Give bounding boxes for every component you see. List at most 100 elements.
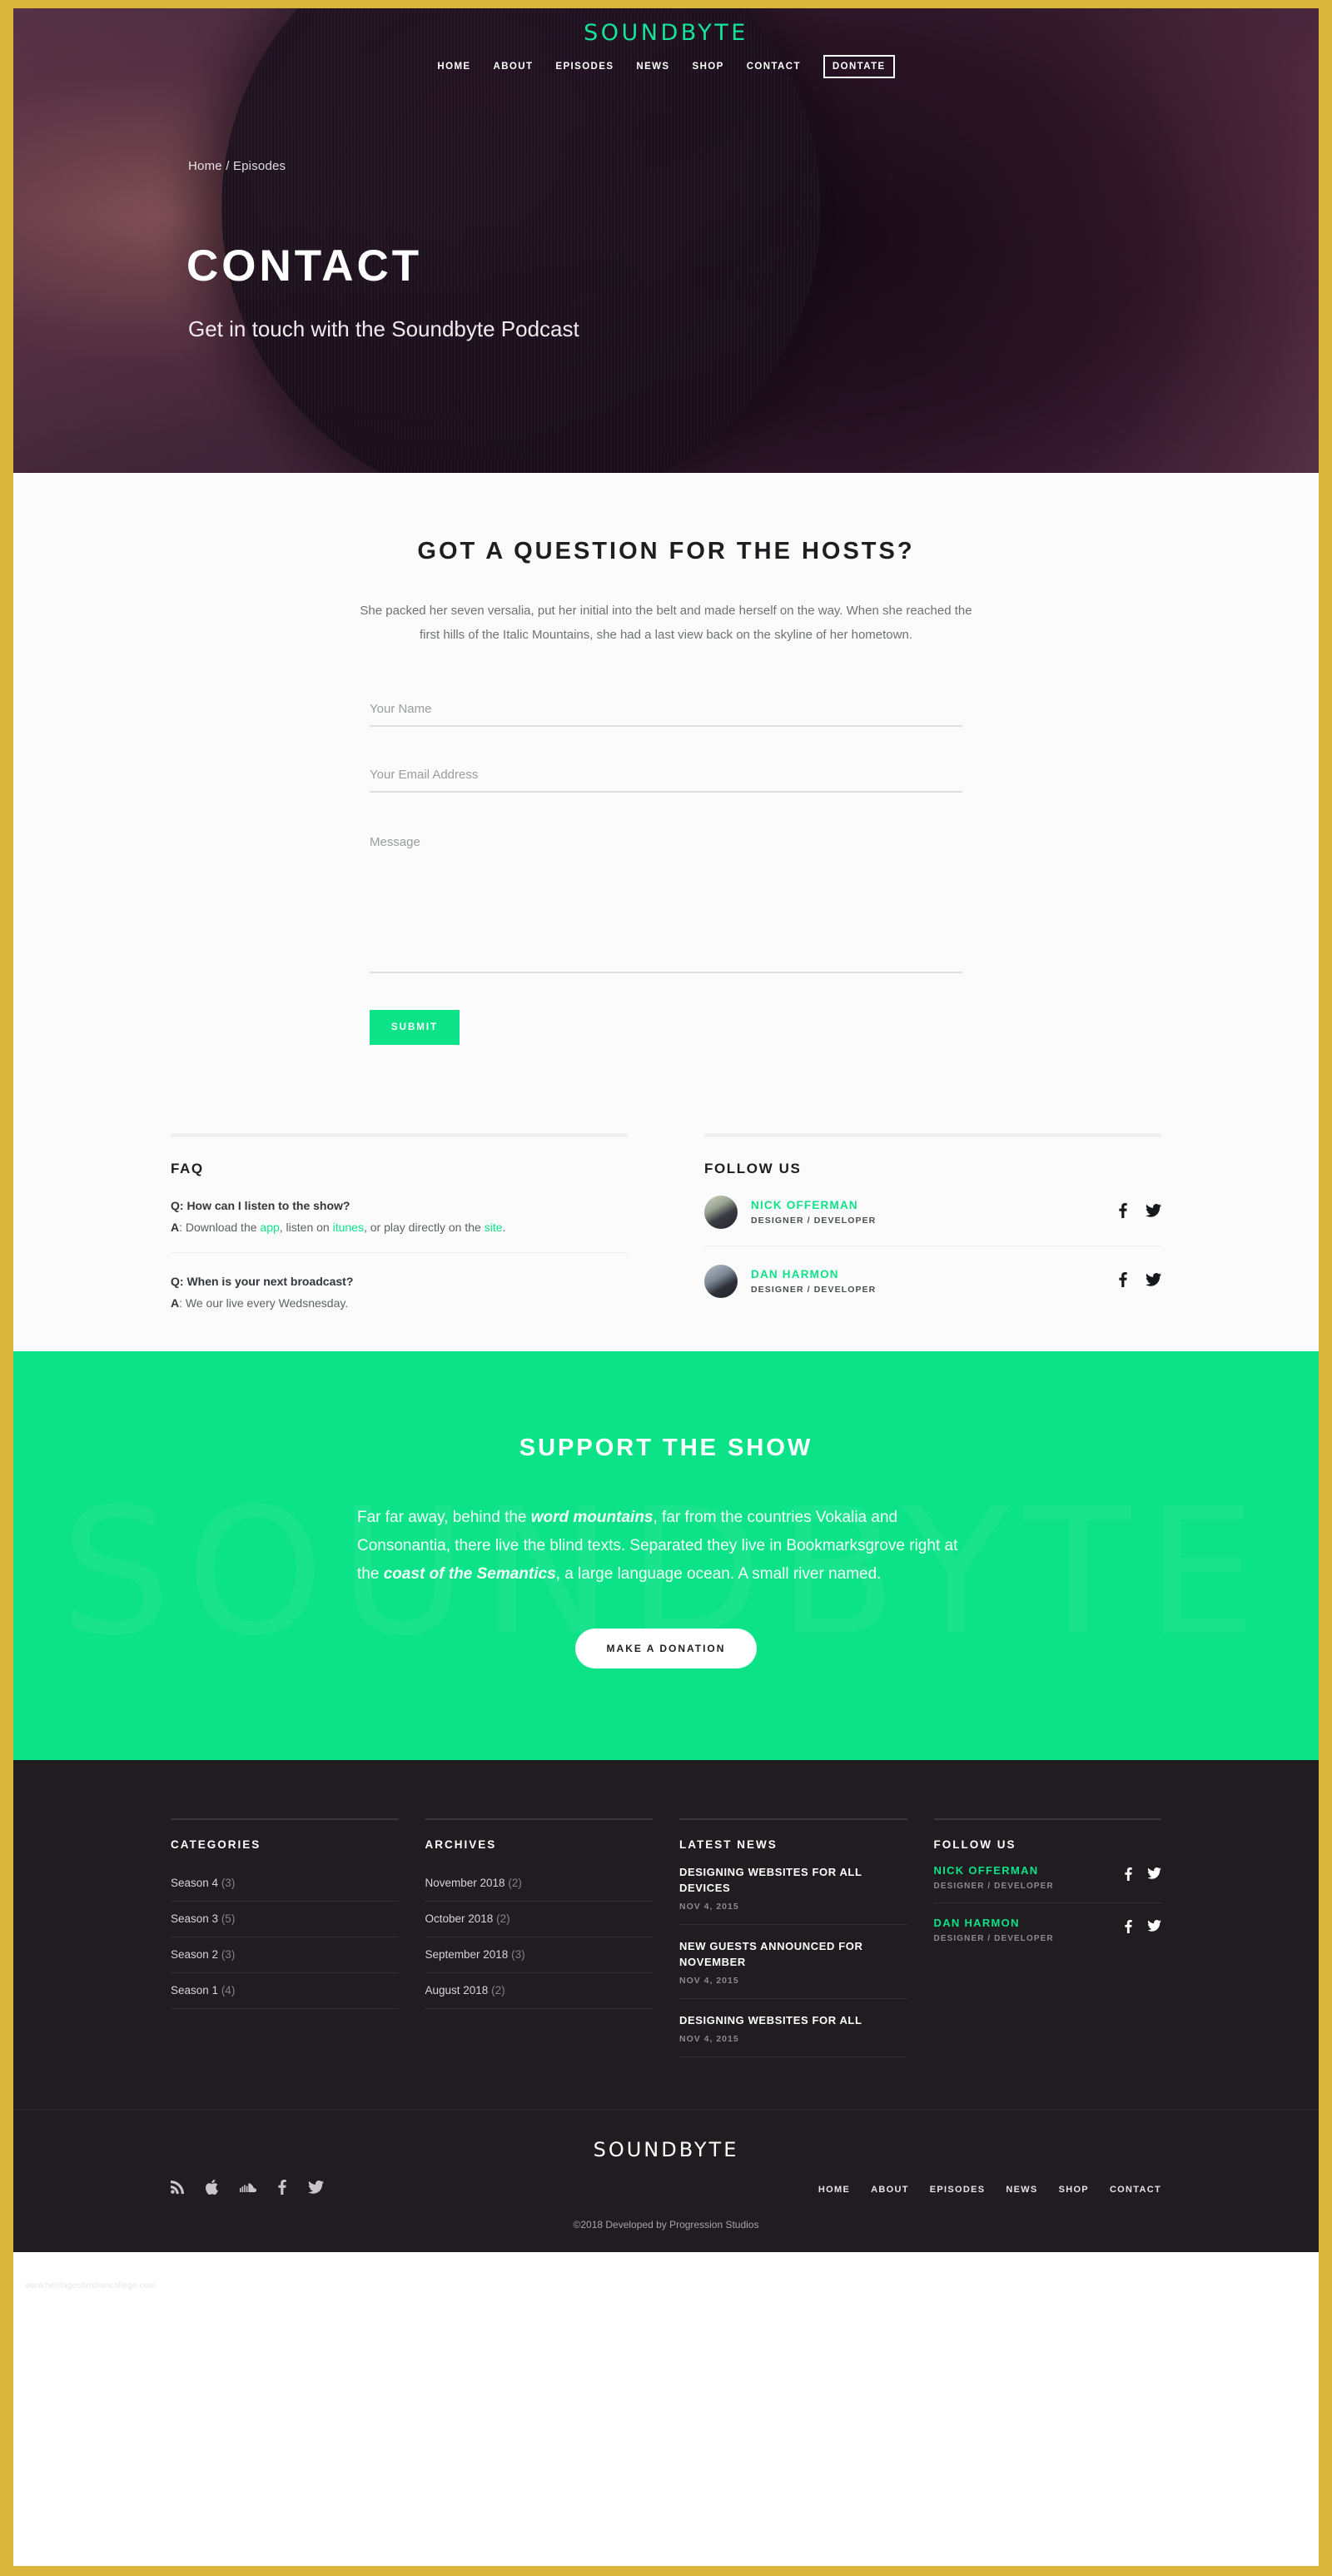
facebook-icon[interactable] bbox=[1119, 1271, 1127, 1291]
site-header: SOUNDBYTE HOME ABOUT EPISODES NEWS SHOP … bbox=[13, 8, 1319, 78]
footer-nav-shop[interactable]: SHOP bbox=[1059, 2185, 1089, 2195]
breadcrumb-home[interactable]: Home bbox=[188, 159, 222, 173]
nav-item-contact[interactable]: CONTACT bbox=[747, 62, 801, 72]
footer-host-name[interactable]: DAN HARMON bbox=[934, 1917, 1126, 1929]
follow-divider bbox=[704, 1133, 1161, 1137]
list-item[interactable]: Season 4 (3) bbox=[171, 1866, 399, 1902]
faq-answer-prefix: A bbox=[171, 1221, 180, 1234]
nav-item-about[interactable]: ABOUT bbox=[494, 62, 534, 72]
footer-nav-news[interactable]: NEWS bbox=[1006, 2185, 1037, 2195]
breadcrumb-current: Episodes bbox=[232, 159, 286, 173]
contact-section: GOT A QUESTION FOR THE HOSTS? She packed… bbox=[13, 473, 1319, 1351]
support-paragraph: Far far away, behind the word mountains,… bbox=[357, 1504, 975, 1589]
faq-answer-p2: , listen on bbox=[279, 1221, 333, 1234]
page-content: SOUNDBYTE HOME ABOUT EPISODES NEWS SHOP … bbox=[13, 8, 1319, 2566]
message-input[interactable] bbox=[370, 833, 962, 973]
list-item[interactable]: Season 3 (5) bbox=[171, 1902, 399, 1937]
twitter-icon[interactable] bbox=[1147, 1867, 1161, 1885]
footer-nav-about[interactable]: ABOUT bbox=[871, 2185, 909, 2195]
news-title[interactable]: DESIGNING WEBSITES FOR ALL bbox=[679, 2012, 907, 2028]
host-name[interactable]: DAN HARMON bbox=[751, 1268, 876, 1281]
faq-link-app[interactable]: app bbox=[260, 1221, 279, 1234]
news-title[interactable]: DESIGNING WEBSITES FOR ALL DEVICES bbox=[679, 1864, 907, 1896]
facebook-icon[interactable] bbox=[278, 2180, 286, 2199]
contact-form: SUBMIT bbox=[370, 702, 962, 1045]
nav-item-shop[interactable]: SHOP bbox=[693, 62, 724, 72]
twitter-icon[interactable] bbox=[1146, 1272, 1161, 1290]
nav-item-home[interactable]: HOME bbox=[437, 62, 470, 72]
category-link[interactable]: Season 3 (5) bbox=[171, 1912, 235, 1925]
footer-host-row: DAN HARMON DESIGNER / DEVELOPER bbox=[933, 1902, 1161, 1955]
support-text-3: , a large language ocean. A small river … bbox=[555, 1565, 882, 1583]
list-item[interactable]: Season 2 (3) bbox=[171, 1937, 399, 1973]
twitter-icon[interactable] bbox=[308, 2181, 324, 2198]
archive-count: (2) bbox=[491, 1984, 505, 1997]
facebook-icon[interactable] bbox=[1125, 1920, 1132, 1937]
soundcloud-icon[interactable] bbox=[240, 2182, 256, 2197]
footer-navigation: HOME ABOUT EPISODES NEWS SHOP CONTACT bbox=[818, 2185, 1161, 2195]
support-heading: SUPPORT THE SHOW bbox=[519, 1435, 813, 1461]
faq-item: Q: How can I listen to the show? A: Down… bbox=[171, 1199, 628, 1234]
footer-archives-list: November 2018 (2) October 2018 (2) Septe… bbox=[425, 1866, 653, 2009]
faq-answer-prefix: A bbox=[171, 1296, 180, 1310]
host-social-links bbox=[1119, 1271, 1161, 1291]
category-count: (3) bbox=[221, 1877, 236, 1889]
footer-nav-home[interactable]: HOME bbox=[818, 2185, 850, 2195]
site-footer: CATEGORIES Season 4 (3) Season 3 (5) Sea… bbox=[13, 1760, 1319, 2290]
nav-donate-button[interactable]: DONTATE bbox=[823, 55, 895, 78]
faq-answer-p3: , or play directly on the bbox=[363, 1221, 485, 1234]
field-spacer bbox=[370, 793, 962, 833]
archive-label: October 2018 bbox=[425, 1912, 494, 1925]
footer-host-social bbox=[1125, 1920, 1161, 1937]
list-item[interactable]: August 2018 (2) bbox=[425, 1973, 653, 2009]
archive-link[interactable]: November 2018 (2) bbox=[425, 1877, 522, 1889]
category-count: (3) bbox=[221, 1948, 236, 1961]
site-logo[interactable]: SOUNDBYTE bbox=[584, 22, 748, 44]
contact-description: She packed her seven versalia, put her i… bbox=[360, 604, 972, 642]
faq-column: FAQ Q: How can I listen to the show? A: … bbox=[171, 1133, 628, 1315]
rss-icon[interactable] bbox=[171, 2181, 184, 2198]
nav-item-episodes[interactable]: EPISODES bbox=[555, 62, 614, 72]
facebook-icon[interactable] bbox=[1125, 1867, 1132, 1885]
host-name[interactable]: NICK OFFERMAN bbox=[751, 1199, 876, 1211]
contact-heading: GOT A QUESTION FOR THE HOSTS? bbox=[417, 538, 915, 564]
make-donation-button[interactable]: MAKE A DONATION bbox=[574, 1629, 758, 1668]
follow-column: FOLLOW US NICK OFFERMAN DESIGNER / DEVEL… bbox=[704, 1133, 1161, 1315]
news-date: NOV 4, 2015 bbox=[679, 2034, 739, 2044]
list-item[interactable]: September 2018 (3) bbox=[425, 1937, 653, 1973]
facebook-icon[interactable] bbox=[1119, 1202, 1127, 1222]
footer-host-name[interactable]: NICK OFFERMAN bbox=[934, 1864, 1126, 1877]
footer-logo[interactable]: SOUNDBYTE bbox=[13, 2138, 1319, 2161]
list-item[interactable]: October 2018 (2) bbox=[425, 1902, 653, 1937]
email-input[interactable] bbox=[370, 768, 962, 793]
category-link[interactable]: Season 2 (3) bbox=[171, 1948, 235, 1961]
list-item[interactable]: November 2018 (2) bbox=[425, 1866, 653, 1902]
twitter-icon[interactable] bbox=[1147, 1920, 1161, 1937]
footer-divider bbox=[171, 1818, 399, 1820]
twitter-icon[interactable] bbox=[1146, 1203, 1161, 1221]
support-emphasis-1: word mountains bbox=[530, 1509, 654, 1526]
faq-follow-grid: FAQ Q: How can I listen to the show? A: … bbox=[171, 1133, 1161, 1315]
submit-button[interactable]: SUBMIT bbox=[370, 1010, 460, 1045]
category-label: Season 4 bbox=[171, 1877, 219, 1889]
nav-item-news[interactable]: NEWS bbox=[636, 62, 669, 72]
category-link[interactable]: Season 4 (3) bbox=[171, 1877, 235, 1889]
apple-icon[interactable] bbox=[206, 2179, 218, 2199]
footer-nav-episodes[interactable]: EPISODES bbox=[930, 2185, 986, 2195]
page-frame: SOUNDBYTE HOME ABOUT EPISODES NEWS SHOP … bbox=[0, 0, 1332, 2576]
breadcrumb: Home / Episodes bbox=[188, 159, 286, 173]
news-title[interactable]: NEW GUESTS ANNOUNCED FOR NOVEMBER bbox=[679, 1938, 907, 1970]
category-link[interactable]: Season 1 (4) bbox=[171, 1984, 235, 1997]
footer-categories-heading: CATEGORIES bbox=[171, 1838, 261, 1851]
archive-link[interactable]: October 2018 (2) bbox=[425, 1912, 510, 1925]
archive-link[interactable]: September 2018 (3) bbox=[425, 1948, 525, 1961]
footer-follow-column: FOLLOW US NICK OFFERMAN DESIGNER / DEVEL… bbox=[933, 1818, 1161, 2057]
copyright-text: ©2018 Developed by Progression Studios bbox=[573, 2219, 759, 2230]
faq-link-site[interactable]: site bbox=[485, 1221, 503, 1234]
archive-link[interactable]: August 2018 (2) bbox=[425, 1984, 505, 1997]
faq-link-itunes[interactable]: itunes bbox=[333, 1221, 364, 1234]
list-item[interactable]: Season 1 (4) bbox=[171, 1973, 399, 2009]
name-input[interactable] bbox=[370, 702, 962, 727]
news-item: DESIGNING WEBSITES FOR ALL NOV 4, 2015 bbox=[679, 1999, 907, 2057]
footer-nav-contact[interactable]: CONTACT bbox=[1110, 2185, 1161, 2195]
